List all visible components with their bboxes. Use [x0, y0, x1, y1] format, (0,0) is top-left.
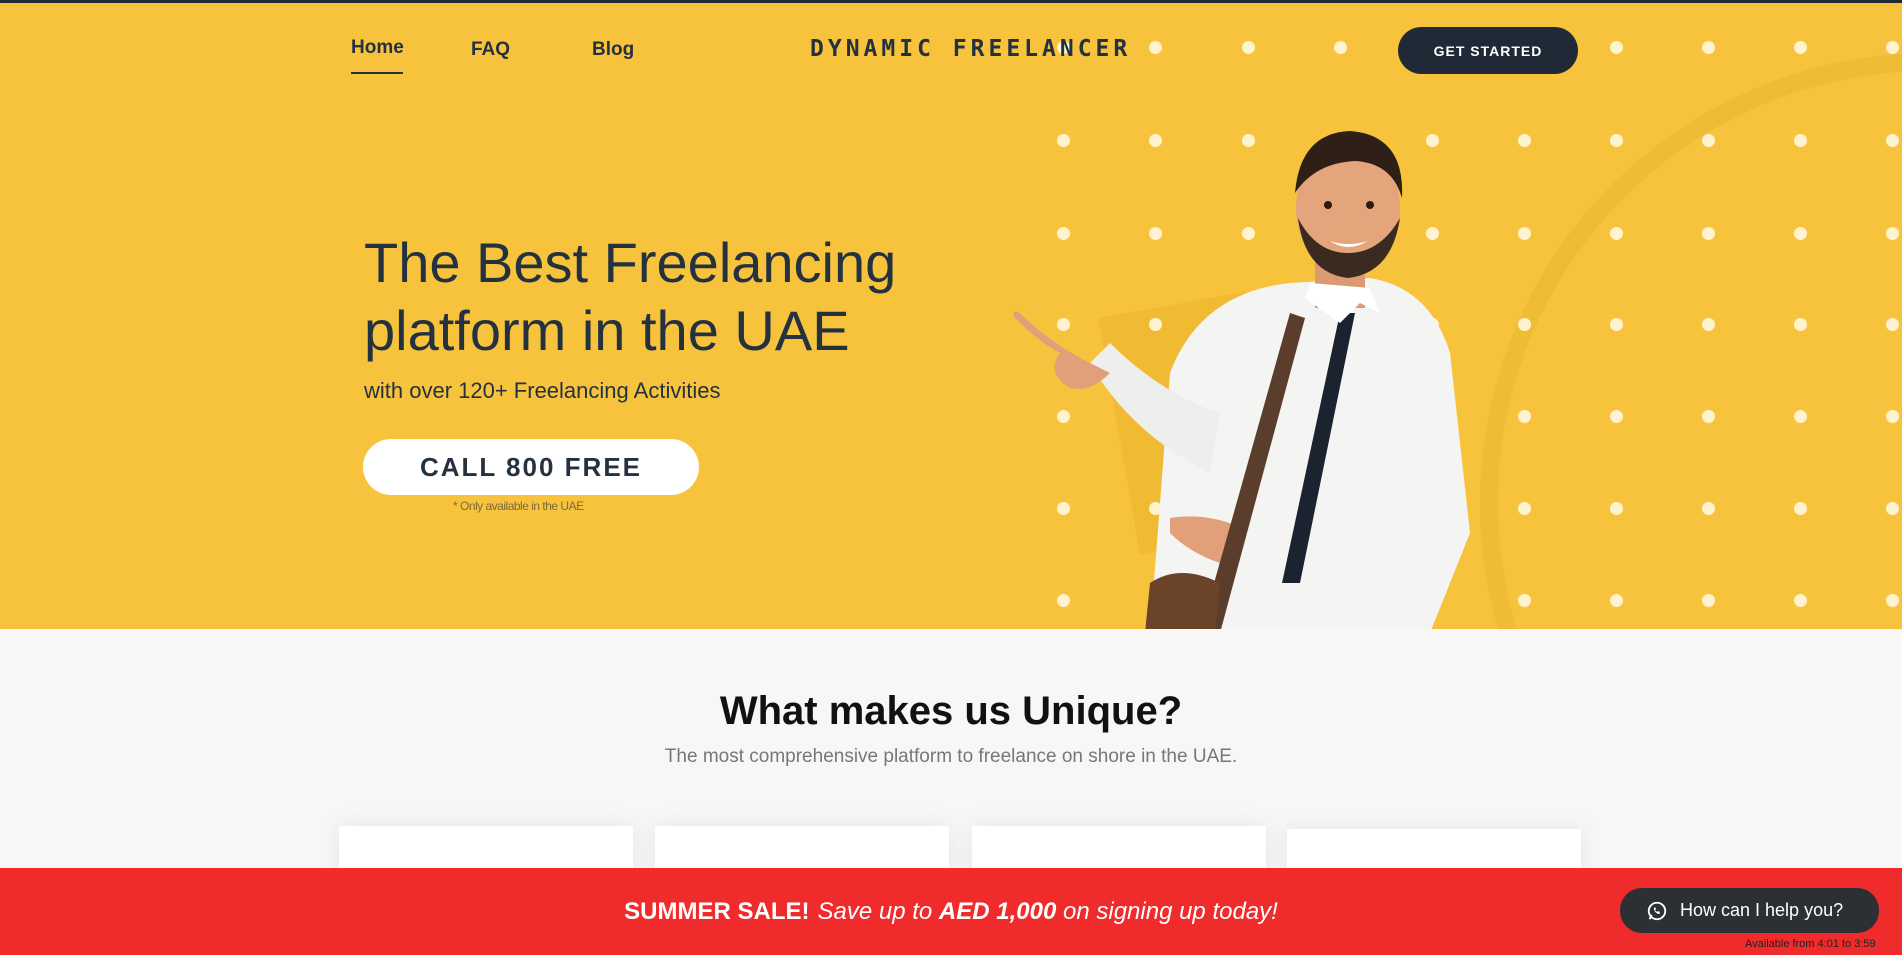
decorative-dot — [1702, 318, 1715, 331]
decorative-dot — [1886, 134, 1899, 147]
decorative-dot — [1702, 594, 1715, 607]
decorative-dot — [1702, 227, 1715, 240]
decorative-dot — [1610, 41, 1623, 54]
sale-text-1: Save up to — [817, 897, 933, 925]
sale-prefix: SUMMER SALE! — [624, 897, 810, 925]
decorative-dot — [1886, 318, 1899, 331]
decorative-dot — [1610, 410, 1623, 423]
nav-home-link[interactable]: Home — [351, 37, 404, 74]
decorative-dot — [1702, 41, 1715, 54]
decorative-dot — [1794, 227, 1807, 240]
decorative-dot — [1610, 318, 1623, 331]
call-button[interactable]: CALL 800 FREE — [363, 439, 699, 495]
nav-faq-link[interactable]: FAQ — [471, 39, 510, 61]
decorative-dot — [1149, 41, 1162, 54]
hero-subtitle: with over 120+ Freelancing Activities — [364, 378, 721, 403]
decorative-dot — [1610, 134, 1623, 147]
whatsapp-icon — [1647, 901, 1667, 920]
decorative-dot — [1702, 410, 1715, 423]
whatsapp-chat-button[interactable]: How can I help you? — [1620, 888, 1879, 933]
decorative-dot — [1886, 594, 1899, 607]
sale-amount: AED 1,000 — [938, 897, 1057, 925]
nav-blog-link[interactable]: Blog — [592, 39, 634, 61]
availability-note: * Only available in the UAE — [453, 499, 584, 513]
decorative-dot — [1886, 41, 1899, 54]
decorative-dot — [1886, 502, 1899, 515]
decorative-dot — [1794, 318, 1807, 331]
hero-section: Home FAQ Blog DYNAMIC FREELANCER GET STA… — [0, 3, 1902, 629]
businessman-image — [1013, 131, 1470, 629]
decorative-dot — [1794, 134, 1807, 147]
decorative-dot — [1702, 134, 1715, 147]
decorative-dot — [1886, 410, 1899, 423]
unique-section-subtitle: The most comprehensive platform to freel… — [664, 746, 1238, 767]
decorative-dot — [1334, 41, 1347, 54]
site-logo[interactable]: DYNAMIC FREELANCER — [810, 36, 1131, 62]
decorative-dot — [1794, 594, 1807, 607]
decorative-dot — [1610, 227, 1623, 240]
get-started-button[interactable]: GET STARTED — [1398, 27, 1578, 74]
decorative-dot — [1794, 410, 1807, 423]
chat-availability: Available from 4:01 to 3:59 — [1745, 938, 1876, 950]
decorative-dot — [1610, 502, 1623, 515]
decorative-dot — [1610, 594, 1623, 607]
decorative-dot — [1794, 502, 1807, 515]
decorative-dot — [1702, 502, 1715, 515]
summer-sale-banner[interactable]: SUMMER SALE! Save up to AED 1,000 on sig… — [0, 868, 1902, 955]
chat-label: How can I help you? — [1680, 900, 1844, 920]
decorative-dot — [1794, 41, 1807, 54]
unique-section-title: What makes us Unique? — [719, 689, 1183, 733]
decorative-dot — [1886, 227, 1899, 240]
sale-text-2: on signing up today! — [1063, 897, 1278, 925]
hero-title: The Best Freelancing platform in the UAE — [364, 231, 897, 362]
decorative-dot — [1242, 41, 1255, 54]
